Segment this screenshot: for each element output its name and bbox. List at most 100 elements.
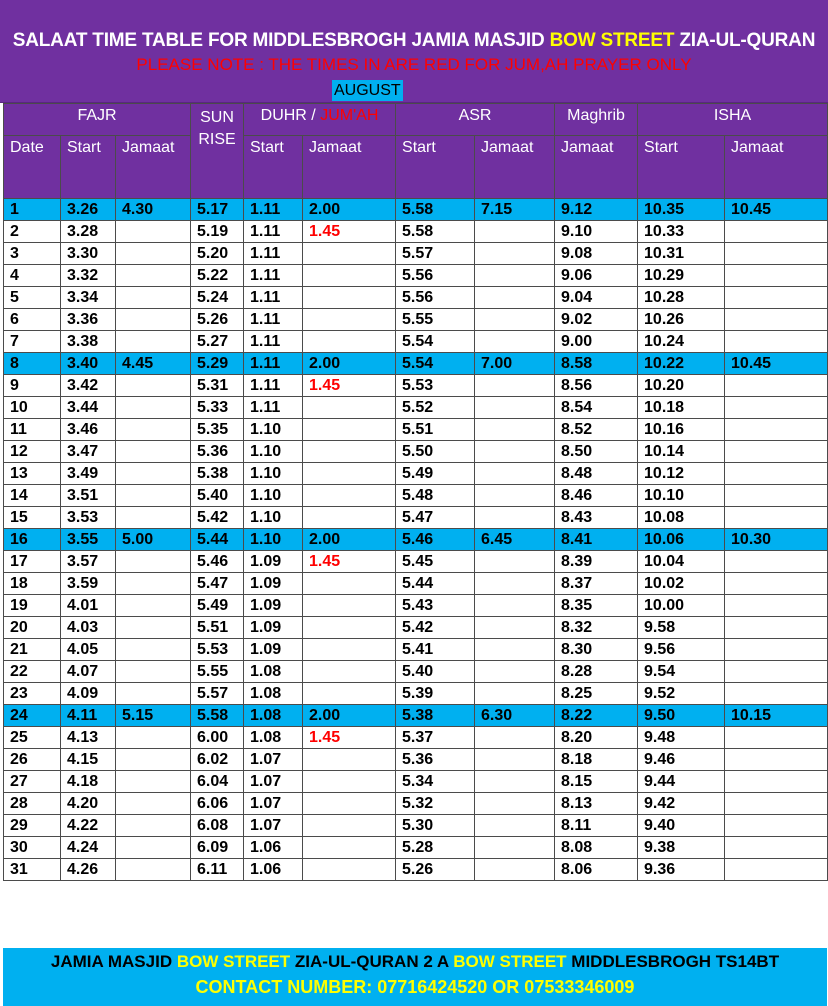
cell-asr-start: 5.46 [395, 528, 476, 551]
cell-isha-jamaat [724, 396, 828, 419]
table-row: 20 4.03 5.51 1.09 5.42 8.32 9.58 [3, 616, 828, 639]
table-row: 1 3.26 4.30 5.17 1.11 2.00 5.58 7.15 9.12 10.35 10… [3, 198, 828, 221]
cell-maghrib-jamaat: 8.28 [554, 660, 639, 683]
cell-duhr-jamaat: 2.00 [301, 198, 397, 221]
cell-fajr-jamaat [115, 616, 191, 639]
cell-asr-jamaat [474, 616, 556, 639]
cell-fajr-start: 3.57 [60, 550, 116, 573]
cell-sunrise: 5.24 [190, 286, 244, 309]
cell-duhr-start: 1.11 [243, 330, 303, 353]
cell-isha-start: 10.29 [637, 264, 726, 287]
col-isha-jamaat: Jamaat [724, 135, 828, 199]
cell-isha-jamaat [724, 770, 828, 793]
cell-duhr-start: 1.11 [243, 264, 303, 287]
table-row: 10 3.44 5.33 1.11 5.52 8.54 10.18 [3, 396, 828, 419]
cell-maghrib-jamaat: 8.08 [554, 836, 639, 859]
cell-fajr-jamaat: 4.30 [115, 198, 191, 221]
cell-sunrise: 5.49 [190, 594, 244, 617]
table-row: 3 3.30 5.20 1.11 5.57 9.08 10.31 [3, 242, 828, 265]
cell-fajr-start: 4.09 [60, 682, 116, 705]
cell-isha-start: 10.35 [637, 198, 726, 221]
cell-date: 4 [3, 264, 61, 287]
cell-fajr-jamaat [115, 572, 191, 595]
table-row: 8 3.40 4.45 5.29 1.11 2.00 5.54 7.00 8.58 10.22 10… [3, 352, 828, 375]
cell-isha-jamaat [724, 418, 828, 441]
cell-date: 2 [3, 220, 61, 243]
cell-asr-start: 5.52 [395, 396, 476, 419]
table-row: 4 3.32 5.22 1.11 5.56 9.06 10.29 [3, 264, 828, 287]
cell-duhr-start: 1.10 [243, 484, 303, 507]
footer-contact: CONTACT NUMBER: 07716424520 OR 075333460… [195, 977, 635, 997]
cell-fajr-jamaat [115, 638, 191, 661]
cell-fajr-jamaat [115, 682, 191, 705]
cell-sunrise: 5.38 [190, 462, 244, 485]
cell-duhr-jamaat: 2.00 [301, 528, 397, 551]
cell-maghrib-jamaat: 8.37 [554, 572, 639, 595]
cell-isha-jamaat [724, 330, 828, 353]
cell-asr-start: 5.42 [395, 616, 476, 639]
cell-duhr-start: 1.09 [243, 594, 303, 617]
cell-date: 23 [3, 682, 61, 705]
cell-asr-start: 5.44 [395, 572, 476, 595]
cell-fajr-jamaat [115, 770, 191, 793]
cell-isha-jamaat [724, 572, 828, 595]
cell-asr-jamaat [474, 506, 556, 529]
cell-fajr-jamaat [115, 814, 191, 837]
cell-isha-jamaat [724, 638, 828, 661]
cell-isha-start: 10.12 [637, 462, 726, 485]
cell-asr-start: 5.58 [395, 198, 476, 221]
cell-date: 11 [3, 418, 61, 441]
cell-asr-jamaat [474, 594, 556, 617]
col-duhr-start: Start [243, 135, 303, 199]
cell-asr-start: 5.32 [395, 792, 476, 815]
cell-asr-jamaat [474, 220, 556, 243]
cell-asr-jamaat: 7.15 [474, 198, 556, 221]
cell-asr-jamaat [474, 330, 556, 353]
cell-date: 5 [3, 286, 61, 309]
cell-date: 30 [3, 836, 61, 859]
cell-isha-jamaat [724, 308, 828, 331]
cell-fajr-start: 3.59 [60, 572, 116, 595]
cell-isha-start: 10.02 [637, 572, 726, 595]
cell-asr-start: 5.36 [395, 748, 476, 771]
cell-sunrise: 5.31 [190, 374, 244, 397]
cell-sunrise: 5.35 [190, 418, 244, 441]
cell-sunrise: 5.20 [190, 242, 244, 265]
cell-asr-jamaat: 6.30 [474, 704, 556, 727]
cell-isha-start: 9.58 [637, 616, 726, 639]
cell-duhr-start: 1.10 [243, 528, 303, 551]
cell-duhr-jamaat [301, 792, 397, 815]
cell-date: 31 [3, 858, 61, 881]
cell-sunrise: 5.47 [190, 572, 244, 595]
cell-duhr-jamaat [301, 594, 397, 617]
cell-date: 22 [3, 660, 61, 683]
cell-fajr-jamaat [115, 418, 191, 441]
cell-asr-jamaat [474, 792, 556, 815]
cell-duhr-start: 1.09 [243, 616, 303, 639]
cell-asr-jamaat [474, 418, 556, 441]
cell-duhr-jamaat [301, 770, 397, 793]
cell-fajr-start: 4.15 [60, 748, 116, 771]
cell-fajr-start: 3.32 [60, 264, 116, 287]
cell-asr-jamaat [474, 484, 556, 507]
cell-isha-jamaat: 10.45 [724, 352, 828, 375]
cell-duhr-start: 1.11 [243, 308, 303, 331]
cell-asr-jamaat [474, 308, 556, 331]
cell-asr-start: 5.56 [395, 286, 476, 309]
cell-asr-jamaat [474, 242, 556, 265]
page-title: SALAAT TIME TABLE FOR MIDDLESBROGH JAMIA… [0, 30, 828, 52]
table-row: 13 3.49 5.38 1.10 5.49 8.48 10.12 [3, 462, 828, 485]
col-fajr: FAJR [3, 103, 191, 136]
cell-fajr-jamaat [115, 660, 191, 683]
cell-fajr-start: 4.24 [60, 836, 116, 859]
cell-sunrise: 6.09 [190, 836, 244, 859]
cell-date: 20 [3, 616, 61, 639]
cell-fajr-start: 4.11 [60, 704, 116, 727]
cell-date: 28 [3, 792, 61, 815]
cell-duhr-jamaat: 2.00 [301, 704, 397, 727]
cell-fajr-jamaat [115, 594, 191, 617]
cell-fajr-start: 3.36 [60, 308, 116, 331]
cell-asr-start: 5.48 [395, 484, 476, 507]
cell-sunrise: 5.29 [190, 352, 244, 375]
cell-date: 18 [3, 572, 61, 595]
